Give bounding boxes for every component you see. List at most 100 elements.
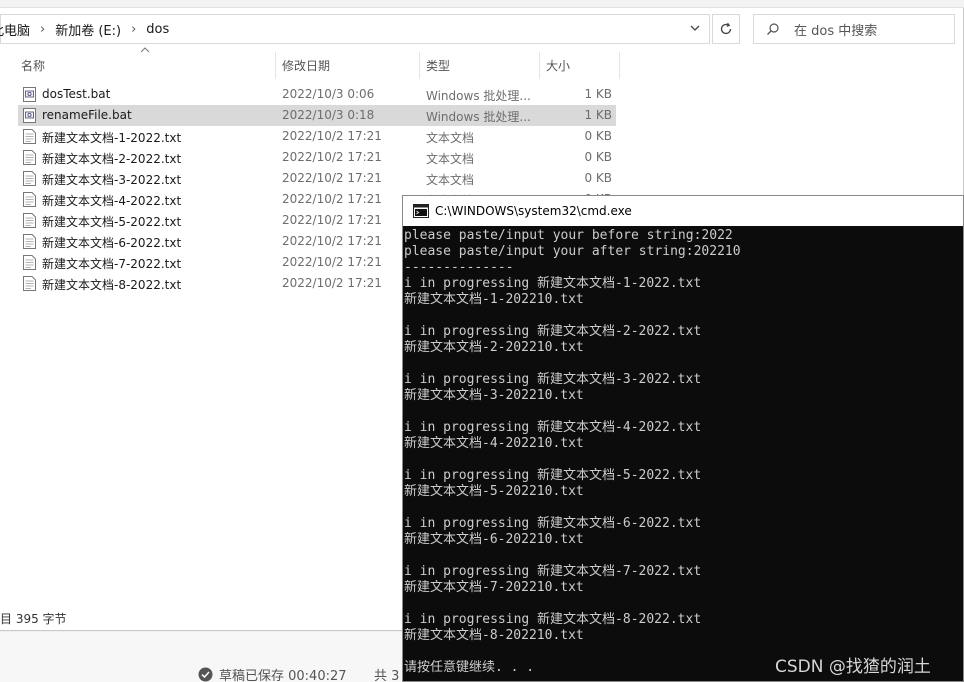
file-date: 2022/10/2 17:21 xyxy=(282,171,382,185)
console-line: 新建文本文档-8-202210.txt xyxy=(404,628,584,643)
file-size: 0 KB xyxy=(584,129,612,143)
file-date: 2022/10/2 17:21 xyxy=(282,192,382,206)
console-line: i in progressing 新建文本文档-4-2022.txt xyxy=(404,420,702,435)
file-type: 文本文档 xyxy=(426,131,475,145)
console-line: 新建文本文档-6-202210.txt xyxy=(404,532,584,547)
file-row[interactable]: 新建文本文档-2-2022.txt 2022/10/2 17:21 文本文档 0 KB xyxy=(18,147,616,168)
file-name: renameFile.bat xyxy=(42,108,132,122)
file-size: 1 KB xyxy=(584,108,612,122)
save-status-text: 草稿已保存 00:40:27 xyxy=(219,669,347,682)
file-date: 2022/10/3 0:18 xyxy=(282,108,375,122)
console-line: please paste/input your after string:202… xyxy=(404,244,741,259)
text-file-icon xyxy=(23,255,36,270)
cmd-title-text: C:\WINDOWS\system32\cmd.exe xyxy=(435,204,632,218)
file-name: 新建文本文档-2-2022.txt xyxy=(42,152,182,166)
file-date: 2022/10/3 0:06 xyxy=(282,87,375,101)
console-line: i in progressing 新建文本文档-6-2022.txt xyxy=(404,516,702,531)
chevron-right-icon[interactable]: › xyxy=(131,22,136,37)
console-line: i in progressing 新建文本文档-8-2022.txt xyxy=(404,612,702,627)
chevron-right-icon[interactable]: › xyxy=(40,22,45,37)
file-date: 2022/10/2 17:21 xyxy=(282,255,382,269)
search-box[interactable]: 在 dos 中搜索 xyxy=(753,14,955,44)
file-date: 2022/10/2 17:21 xyxy=(282,276,382,290)
column-header-name[interactable]: 名称 xyxy=(15,52,275,79)
column-divider[interactable] xyxy=(619,52,620,79)
file-name: 新建文本文档-6-2022.txt xyxy=(42,236,182,250)
file-date: 2022/10/2 17:21 xyxy=(282,129,382,143)
file-type: 文本文档 xyxy=(426,173,475,187)
refresh-button[interactable] xyxy=(712,14,740,44)
file-type: 文本文档 xyxy=(426,152,475,166)
breadcrumb-this-pc[interactable]: 此电脑 xyxy=(0,20,30,39)
file-name: 新建文本文档-4-2022.txt xyxy=(42,194,182,208)
console-line: i in progressing 新建文本文档-5-2022.txt xyxy=(404,468,702,483)
file-date: 2022/10/2 17:21 xyxy=(282,150,382,164)
text-file-icon xyxy=(23,150,36,165)
file-name: 新建文本文档-7-2022.txt xyxy=(42,257,182,271)
text-file-icon xyxy=(23,276,36,291)
console-line: 新建文本文档-1-202210.txt xyxy=(404,292,584,307)
cmd-title-bar[interactable]: C:\WINDOWS\system32\cmd.exe xyxy=(403,196,963,226)
console-line: i in progressing 新建文本文档-7-2022.txt xyxy=(404,564,702,579)
console-line: please paste/input your before string:20… xyxy=(404,228,733,243)
file-type: Windows 批处理... xyxy=(426,110,531,124)
file-size: 0 KB xyxy=(584,171,612,185)
text-file-icon xyxy=(23,171,36,186)
status-bar-text: 目 395 字节 xyxy=(0,612,67,626)
console-line: i in progressing 新建文本文档-1-2022.txt xyxy=(404,276,702,291)
text-file-icon xyxy=(23,129,36,144)
console-line: 新建文本文档-4-202210.txt xyxy=(404,436,584,451)
file-name: 新建文本文档-1-2022.txt xyxy=(42,131,182,145)
total-count: 共 3 xyxy=(374,669,400,682)
chevron-down-icon[interactable] xyxy=(689,22,701,34)
search-icon xyxy=(767,23,779,35)
file-row[interactable]: dosTest.bat 2022/10/3 0:06 Windows 批处理... 1… xyxy=(18,84,616,105)
file-size: 1 KB xyxy=(584,87,612,101)
file-name: 新建文本文档-5-2022.txt xyxy=(42,215,182,229)
console-line: i in progressing 新建文本文档-2-2022.txt xyxy=(404,324,702,339)
file-size: 0 KB xyxy=(584,150,612,164)
check-circle-icon xyxy=(198,667,213,682)
console-line: i in progressing 新建文本文档-3-2022.txt xyxy=(404,372,702,387)
console-output[interactable]: please paste/input your before string:20… xyxy=(403,228,963,676)
file-name: dosTest.bat xyxy=(42,87,111,101)
file-name: 新建文本文档-3-2022.txt xyxy=(42,173,182,187)
console-icon xyxy=(413,204,429,218)
text-file-icon xyxy=(23,192,36,207)
console-line: -------------- xyxy=(404,260,514,275)
console-line: 新建文本文档-5-202210.txt xyxy=(404,484,584,499)
search-placeholder: 在 dos 中搜索 xyxy=(794,23,878,39)
file-date: 2022/10/2 17:21 xyxy=(282,234,382,248)
column-header-size[interactable]: 大小 xyxy=(540,52,620,79)
column-header-type[interactable]: 类型 xyxy=(420,52,539,79)
file-row[interactable]: renameFile.bat 2022/10/3 0:18 Windows 批处理.… xyxy=(18,105,616,126)
batch-file-icon xyxy=(23,108,36,123)
breadcrumb-dos[interactable]: dos xyxy=(146,22,169,37)
batch-file-icon xyxy=(23,87,36,102)
console-line: 新建文本文档-3-202210.txt xyxy=(404,388,584,403)
file-type: Windows 批处理... xyxy=(426,89,531,103)
cmd-window[interactable]: C:\WINDOWS\system32\cmd.exe please paste… xyxy=(402,195,964,682)
console-line: 新建文本文档-7-202210.txt xyxy=(404,580,584,595)
breadcrumb-drive[interactable]: 新加卷 (E:) xyxy=(55,20,121,39)
text-file-icon xyxy=(23,234,36,249)
file-date: 2022/10/2 17:21 xyxy=(282,213,382,227)
file-row[interactable]: 新建文本文档-1-2022.txt 2022/10/2 17:21 文本文档 0 KB xyxy=(18,126,616,147)
console-line: 新建文本文档-2-202210.txt xyxy=(404,340,584,355)
file-name: 新建文本文档-8-2022.txt xyxy=(42,278,182,292)
watermark-text: CSDN @找猹的润土 xyxy=(775,657,931,677)
save-status: 草稿已保存 00:40:27 xyxy=(198,665,347,682)
ribbon-strip xyxy=(0,0,964,8)
address-bar[interactable]: 此电脑 › 新加卷 (E:) › dos xyxy=(0,14,710,44)
file-row[interactable]: 新建文本文档-3-2022.txt 2022/10/2 17:21 文本文档 0 KB xyxy=(18,168,616,189)
refresh-icon xyxy=(720,22,732,35)
text-file-icon xyxy=(23,213,36,228)
column-header-date[interactable]: 修改日期 xyxy=(276,52,419,79)
